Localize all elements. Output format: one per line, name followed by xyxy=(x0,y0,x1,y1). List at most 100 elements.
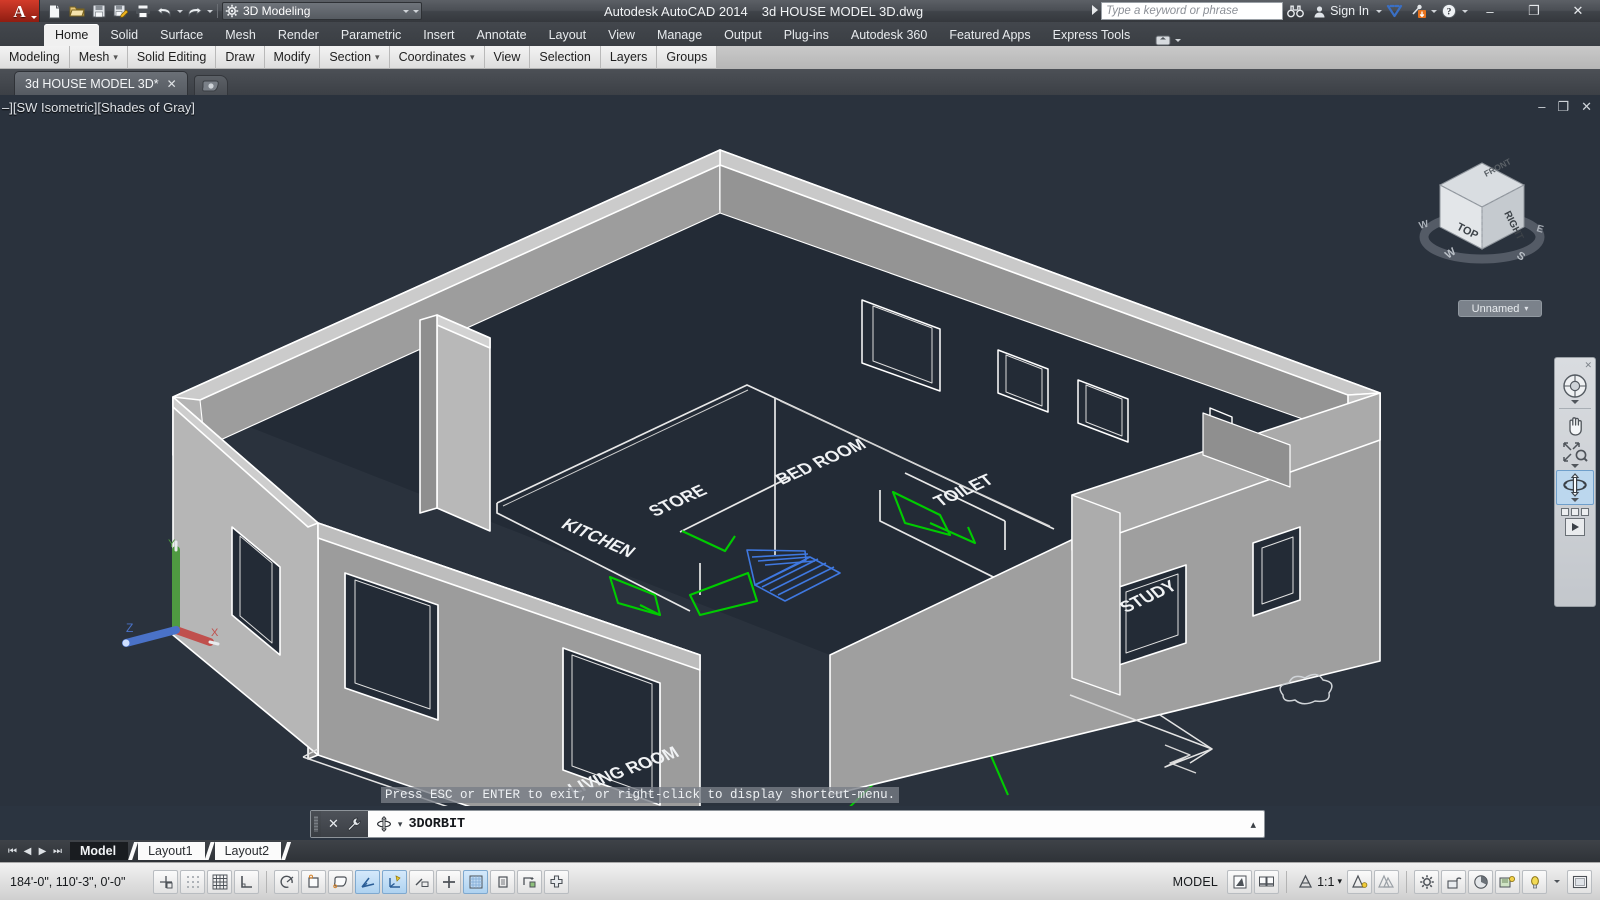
open-icon[interactable] xyxy=(66,2,87,21)
grid-display-icon[interactable] xyxy=(207,869,232,894)
close-icon[interactable]: ✕ xyxy=(167,77,177,91)
chevron-down-icon[interactable]: ▾ xyxy=(375,52,380,63)
command-expand-icon[interactable]: ▴ xyxy=(1250,818,1264,831)
close-button[interactable]: ✕ xyxy=(1556,0,1600,22)
save-as-icon[interactable] xyxy=(110,2,131,21)
tab-annotate[interactable]: Annotate xyxy=(466,24,538,46)
redo-dropdown-caret-icon[interactable] xyxy=(207,9,213,13)
tab-model[interactable]: Model xyxy=(70,842,129,860)
ribbon-display-options-button[interactable] xyxy=(1155,34,1182,46)
tab-home[interactable]: Home xyxy=(44,24,100,46)
last-layout-button[interactable]: ⏭ xyxy=(51,846,64,857)
command-line[interactable]: ✕ ▾ 3DORBIT ▴ xyxy=(310,810,1265,838)
tab-solid[interactable]: Solid xyxy=(99,24,149,46)
infer-constraints-icon[interactable] xyxy=(153,869,178,894)
fullscreen-icon[interactable] xyxy=(1567,869,1592,894)
wrench-icon[interactable] xyxy=(346,817,361,832)
command-text[interactable]: 3DORBIT xyxy=(408,817,465,832)
autodesk-exchange-icon[interactable] xyxy=(1382,0,1406,22)
search-expand-arrow-icon[interactable] xyxy=(1092,5,1099,15)
navigation-bar[interactable]: ✕ xyxy=(1554,357,1596,607)
steering-wheel-icon[interactable] xyxy=(1556,371,1594,406)
workspace-switcher[interactable]: 3D Modeling xyxy=(222,2,422,20)
panel-draw[interactable]: Draw xyxy=(216,45,265,69)
zoom-caret-icon[interactable] xyxy=(1571,464,1579,468)
tab-view[interactable]: View xyxy=(597,24,646,46)
command-line-close-icon[interactable]: ✕ xyxy=(328,816,339,832)
next-layout-button[interactable]: ▶ xyxy=(36,846,49,857)
panel-groups[interactable]: Groups xyxy=(657,45,718,69)
panel-solid-editing[interactable]: Solid Editing xyxy=(128,45,217,69)
application-menu-button[interactable]: A xyxy=(0,0,40,22)
first-layout-button[interactable]: ⏮ xyxy=(6,846,19,857)
tab-plugins[interactable]: Plug-ins xyxy=(773,24,840,46)
dynamic-input-icon[interactable] xyxy=(409,869,434,894)
tab-surface[interactable]: Surface xyxy=(149,24,214,46)
tab-render[interactable]: Render xyxy=(267,24,330,46)
quick-view-layouts-icon[interactable] xyxy=(1227,869,1253,894)
search-input[interactable]: Type a keyword or phrase xyxy=(1092,2,1284,20)
lineweight-icon[interactable] xyxy=(436,869,461,894)
plot-icon[interactable] xyxy=(132,2,153,21)
annotation-monitor-icon[interactable] xyxy=(517,869,542,894)
tab-autodesk-360[interactable]: Autodesk 360 xyxy=(840,24,938,46)
tab-featured-apps[interactable]: Featured Apps xyxy=(938,24,1041,46)
clean-screen-icon[interactable] xyxy=(1522,869,1547,894)
tab-mesh[interactable]: Mesh xyxy=(214,24,267,46)
viewcube-named-view-button[interactable]: Unnamed ▾ xyxy=(1458,300,1542,317)
panel-selection[interactable]: Selection xyxy=(530,45,601,69)
tab-parametric[interactable]: Parametric xyxy=(330,24,412,46)
help-icon[interactable]: ? xyxy=(1437,0,1461,22)
3d-object-snap-icon[interactable] xyxy=(328,869,353,894)
new-file-tab-button[interactable] xyxy=(193,75,228,95)
showmotion-thumbnails-icon[interactable] xyxy=(1561,508,1589,516)
chevron-down-icon[interactable]: ▾ xyxy=(470,52,475,63)
tab-output[interactable]: Output xyxy=(713,24,773,46)
hardware-acceleration-icon[interactable] xyxy=(1468,869,1493,894)
object-snap-icon[interactable] xyxy=(301,869,326,894)
auto-scale-icon[interactable] xyxy=(1374,869,1399,894)
file-tab-active[interactable]: 3d HOUSE MODEL 3D* ✕ xyxy=(14,71,188,95)
panel-layers[interactable]: Layers xyxy=(601,45,658,69)
undo-icon[interactable] xyxy=(154,2,175,21)
panel-mesh[interactable]: Mesh ▾ xyxy=(70,45,128,69)
search-binoculars-icon[interactable] xyxy=(1283,0,1307,22)
command-history-caret-icon[interactable]: ▾ xyxy=(398,819,403,830)
snap-mode-icon[interactable] xyxy=(180,869,205,894)
workspace-switching-icon[interactable] xyxy=(1414,869,1439,894)
annotation-scale-control[interactable]: 1:1 ▾ xyxy=(1293,874,1346,890)
tab-layout[interactable]: Layout xyxy=(538,24,598,46)
polar-tracking-icon[interactable] xyxy=(274,869,299,894)
coordinate-display[interactable]: 184'-0", 110'-3", 0'-0" xyxy=(0,875,152,889)
minimize-button[interactable]: – xyxy=(1468,0,1512,22)
showmotion-icon[interactable] xyxy=(1565,518,1585,536)
chevron-down-icon[interactable]: ▾ xyxy=(113,52,118,63)
annotation-visibility-icon[interactable] xyxy=(1347,869,1372,894)
communication-center-icon[interactable] xyxy=(1406,0,1430,22)
panel-view[interactable]: View xyxy=(485,45,531,69)
sign-in-button[interactable]: Sign In xyxy=(1307,4,1375,18)
navbar-close-icon[interactable]: ✕ xyxy=(1584,360,1592,371)
command-input-area[interactable]: ▾ 3DORBIT ▴ xyxy=(368,816,1264,832)
pan-hand-icon[interactable] xyxy=(1556,411,1594,439)
drawing-viewport[interactable]: –][SW Isometric][Shades of Gray] – ❐ ✕ K… xyxy=(0,95,1600,806)
command-line-grip[interactable] xyxy=(311,811,321,837)
orbit-caret-icon[interactable] xyxy=(1571,498,1579,502)
chevron-down-icon[interactable] xyxy=(31,16,37,19)
dynamic-ucs-icon[interactable] xyxy=(382,869,407,894)
tab-layout2[interactable]: Layout2 xyxy=(214,842,282,860)
layout-nav-arrows[interactable]: ⏮ ◀ ▶ ⏭ xyxy=(0,846,70,857)
restore-button[interactable]: ❐ xyxy=(1512,0,1556,22)
annotation-scale-caret-icon[interactable]: ▾ xyxy=(1337,876,1342,887)
tab-express-tools[interactable]: Express Tools xyxy=(1042,24,1142,46)
zoom-extents-icon[interactable] xyxy=(1556,439,1594,470)
tab-insert[interactable]: Insert xyxy=(412,24,465,46)
space-indicator[interactable]: MODEL xyxy=(1165,875,1226,889)
panel-coordinates[interactable]: Coordinates ▾ xyxy=(390,45,485,69)
workspace-dropdown[interactable] xyxy=(402,9,419,13)
ortho-mode-icon[interactable] xyxy=(234,869,259,894)
object-snap-tracking-icon[interactable] xyxy=(355,869,380,894)
new-icon[interactable] xyxy=(44,2,65,21)
chevron-down-icon[interactable]: ▾ xyxy=(1524,304,1528,313)
status-menu-caret-icon[interactable] xyxy=(1554,880,1560,883)
